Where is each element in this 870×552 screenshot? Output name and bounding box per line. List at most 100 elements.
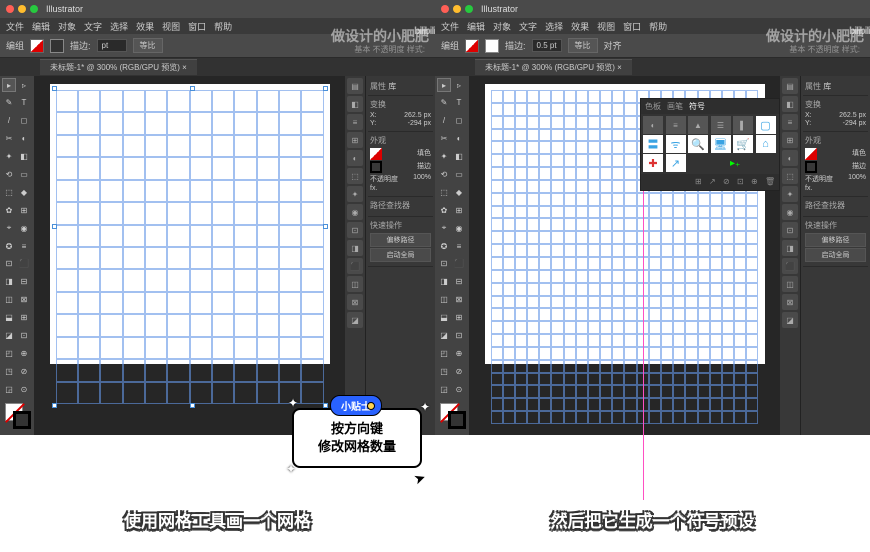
new-symbol-icon[interactable]: ⊕ (751, 177, 761, 187)
tool-12[interactable]: ⬚ (437, 185, 451, 199)
dock-icon-1[interactable]: ◧ (347, 96, 363, 112)
symbol-item-5[interactable]: ▢ (756, 116, 776, 134)
menu-help[interactable]: 帮助 (214, 20, 232, 33)
stroke-icon[interactable] (805, 161, 817, 173)
dock-icon-4[interactable]: ◐ (782, 150, 798, 166)
dock-icon-5[interactable]: ⬚ (782, 168, 798, 184)
tool-21[interactable]: ⬛ (452, 257, 466, 271)
menu-help[interactable]: 帮助 (649, 20, 667, 33)
tool-32[interactable]: ◳ (437, 364, 451, 378)
stroke-swatch[interactable] (50, 39, 64, 53)
tool-17[interactable]: ◉ (452, 221, 466, 235)
selection-handle[interactable] (323, 224, 328, 229)
document-tab[interactable]: 未标题-1* @ 300% (RGB/GPU 预览) × (40, 59, 197, 75)
dock-icon-6[interactable]: ✦ (782, 186, 798, 202)
uniform-btn[interactable]: 等比 (568, 38, 598, 53)
props-tab[interactable]: 属性 (370, 82, 386, 91)
dock-icon-9[interactable]: ◨ (782, 240, 798, 256)
tool-7[interactable]: ◐ (17, 132, 31, 146)
dock-icon-8[interactable]: ⊡ (347, 222, 363, 238)
tool-7[interactable]: ◐ (452, 132, 466, 146)
dock-icon-6[interactable]: ✦ (347, 186, 363, 202)
dock-icon-3[interactable]: ⊞ (347, 132, 363, 148)
tool-20[interactable]: ⊡ (437, 257, 451, 271)
tool-19[interactable]: ≡ (17, 239, 31, 253)
dock-icon-2[interactable]: ≡ (782, 114, 798, 130)
tool-0[interactable]: ▸ (2, 78, 16, 92)
offset-path-btn[interactable]: 偏移路径 (805, 233, 866, 247)
symbol-item-2[interactable]: ▲ (688, 116, 708, 134)
symbol-item-1[interactable]: ≡ (666, 116, 686, 134)
selection-handle[interactable] (52, 86, 57, 91)
menu-file[interactable]: 文件 (6, 20, 24, 33)
dock-icon-9[interactable]: ◨ (347, 240, 363, 256)
tool-15[interactable]: ⊞ (452, 203, 466, 217)
dock-icon-11[interactable]: ◫ (347, 276, 363, 292)
selection-handle[interactable] (52, 224, 57, 229)
dock-icon-0[interactable]: ▤ (782, 78, 798, 94)
dock-icon-3[interactable]: ⊞ (782, 132, 798, 148)
symbol-lib-icon[interactable]: ⊞ (695, 177, 705, 187)
tool-29[interactable]: ⊡ (17, 328, 31, 342)
dock-icon-13[interactable]: ◪ (782, 312, 798, 328)
swatches-tab[interactable]: 色板 (645, 101, 661, 112)
tool-9[interactable]: ◧ (17, 150, 31, 164)
tool-12[interactable]: ⬚ (2, 185, 16, 199)
stroke-value[interactable]: 0.5 pt (532, 39, 562, 52)
tool-28[interactable]: ◪ (437, 328, 451, 342)
selection-handle[interactable] (190, 86, 195, 91)
dock-icon-10[interactable]: ⬛ (347, 258, 363, 274)
tool-10[interactable]: ⟲ (2, 167, 16, 181)
menu-file[interactable]: 文件 (441, 20, 459, 33)
menu-view[interactable]: 视图 (597, 20, 615, 33)
tool-30[interactable]: ◰ (2, 346, 16, 360)
uniform-btn[interactable]: 等比 (133, 38, 163, 53)
tool-22[interactable]: ◨ (2, 275, 16, 289)
tool-30[interactable]: ◰ (437, 346, 451, 360)
tool-16[interactable]: ⌖ (2, 221, 16, 235)
menu-object[interactable]: 对象 (58, 20, 76, 33)
dock-icon-0[interactable]: ▤ (347, 78, 363, 94)
dock-icon-8[interactable]: ⊡ (782, 222, 798, 238)
symbol-item-11[interactable]: ⌂ (756, 135, 776, 153)
traffic-lights[interactable] (6, 5, 38, 13)
tool-5[interactable]: ◻ (17, 114, 31, 128)
brushes-tab[interactable]: 画笔 (667, 101, 683, 112)
tool-6[interactable]: ✂ (437, 132, 451, 146)
tool-35[interactable]: ⊙ (17, 382, 31, 396)
fill-stroke-tool[interactable] (437, 400, 467, 430)
tool-23[interactable]: ⊟ (17, 275, 31, 289)
tool-13[interactable]: ◆ (17, 185, 31, 199)
tool-6[interactable]: ✂ (2, 132, 16, 146)
tool-22[interactable]: ◨ (437, 275, 451, 289)
menu-type[interactable]: 文字 (519, 20, 537, 33)
tool-8[interactable]: ✦ (2, 150, 16, 164)
tool-14[interactable]: ✿ (2, 203, 16, 217)
offset-path-btn[interactable]: 偏移路径 (370, 233, 431, 247)
stroke-swatch[interactable] (485, 39, 499, 53)
menu-view[interactable]: 视图 (162, 20, 180, 33)
fx-label[interactable]: fx. (370, 185, 377, 192)
selection-handle[interactable] (190, 403, 195, 408)
tool-31[interactable]: ⊕ (452, 346, 466, 360)
symbol-item-4[interactable]: ▌ (733, 116, 753, 134)
menu-edit[interactable]: 编辑 (32, 20, 50, 33)
tool-27[interactable]: ⊞ (452, 311, 466, 325)
menu-effect[interactable]: 效果 (571, 20, 589, 33)
tool-31[interactable]: ⊕ (17, 346, 31, 360)
delete-symbol-icon[interactable]: 🗑 (765, 177, 775, 187)
tool-26[interactable]: ⬓ (2, 311, 16, 325)
tool-25[interactable]: ⊠ (17, 293, 31, 307)
tool-21[interactable]: ⬛ (17, 257, 31, 271)
props-tab[interactable]: 属性 (805, 82, 821, 91)
fx-label[interactable]: fx. (805, 185, 812, 192)
tool-29[interactable]: ⊡ (452, 328, 466, 342)
dock-icon-11[interactable]: ◫ (782, 276, 798, 292)
tool-2[interactable]: ✎ (437, 96, 451, 110)
tool-3[interactable]: T (17, 96, 31, 110)
tool-20[interactable]: ⊡ (2, 257, 16, 271)
dock-icon-12[interactable]: ⊠ (782, 294, 798, 310)
tool-18[interactable]: ✪ (2, 239, 16, 253)
tool-15[interactable]: ⊞ (17, 203, 31, 217)
menu-select[interactable]: 选择 (545, 20, 563, 33)
